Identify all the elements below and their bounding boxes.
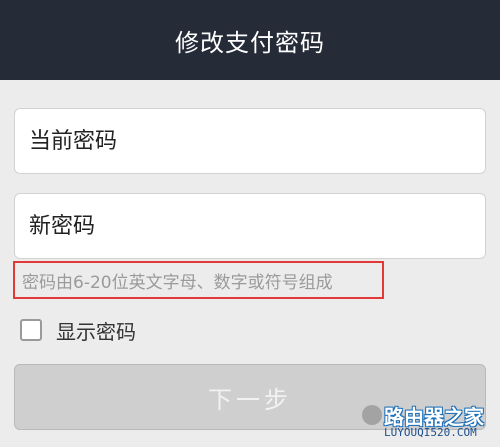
next-step-label: 下一步	[208, 385, 292, 414]
new-password-field[interactable]	[14, 193, 486, 259]
page-title: 修改支付密码	[175, 28, 325, 57]
current-password-field[interactable]	[14, 108, 486, 174]
password-rule-hint: 密码由6-20位英文字母、数字或符号组成	[13, 261, 384, 299]
site-watermark: 路由器之家 LUYOUQI520.COM	[362, 399, 498, 445]
new-password-input[interactable]	[29, 194, 485, 258]
payment-password-page: 修改支付密码 密码由6-20位英文字母、数字或符号组成 显示密码 下一步 路由器…	[0, 0, 500, 447]
password-rule-text: 密码由6-20位英文字母、数字或符号组成	[22, 272, 333, 293]
top-bar: 修改支付密码	[0, 0, 500, 80]
show-password-toggle[interactable]: 显示密码	[20, 316, 136, 344]
watermark-logo-icon	[362, 405, 382, 425]
watermark-url: LUYOUQI520.COM	[384, 426, 477, 439]
show-password-label[interactable]: 显示密码	[56, 316, 136, 345]
checkbox-unchecked-icon[interactable]	[20, 319, 42, 341]
current-password-input[interactable]	[29, 109, 485, 173]
